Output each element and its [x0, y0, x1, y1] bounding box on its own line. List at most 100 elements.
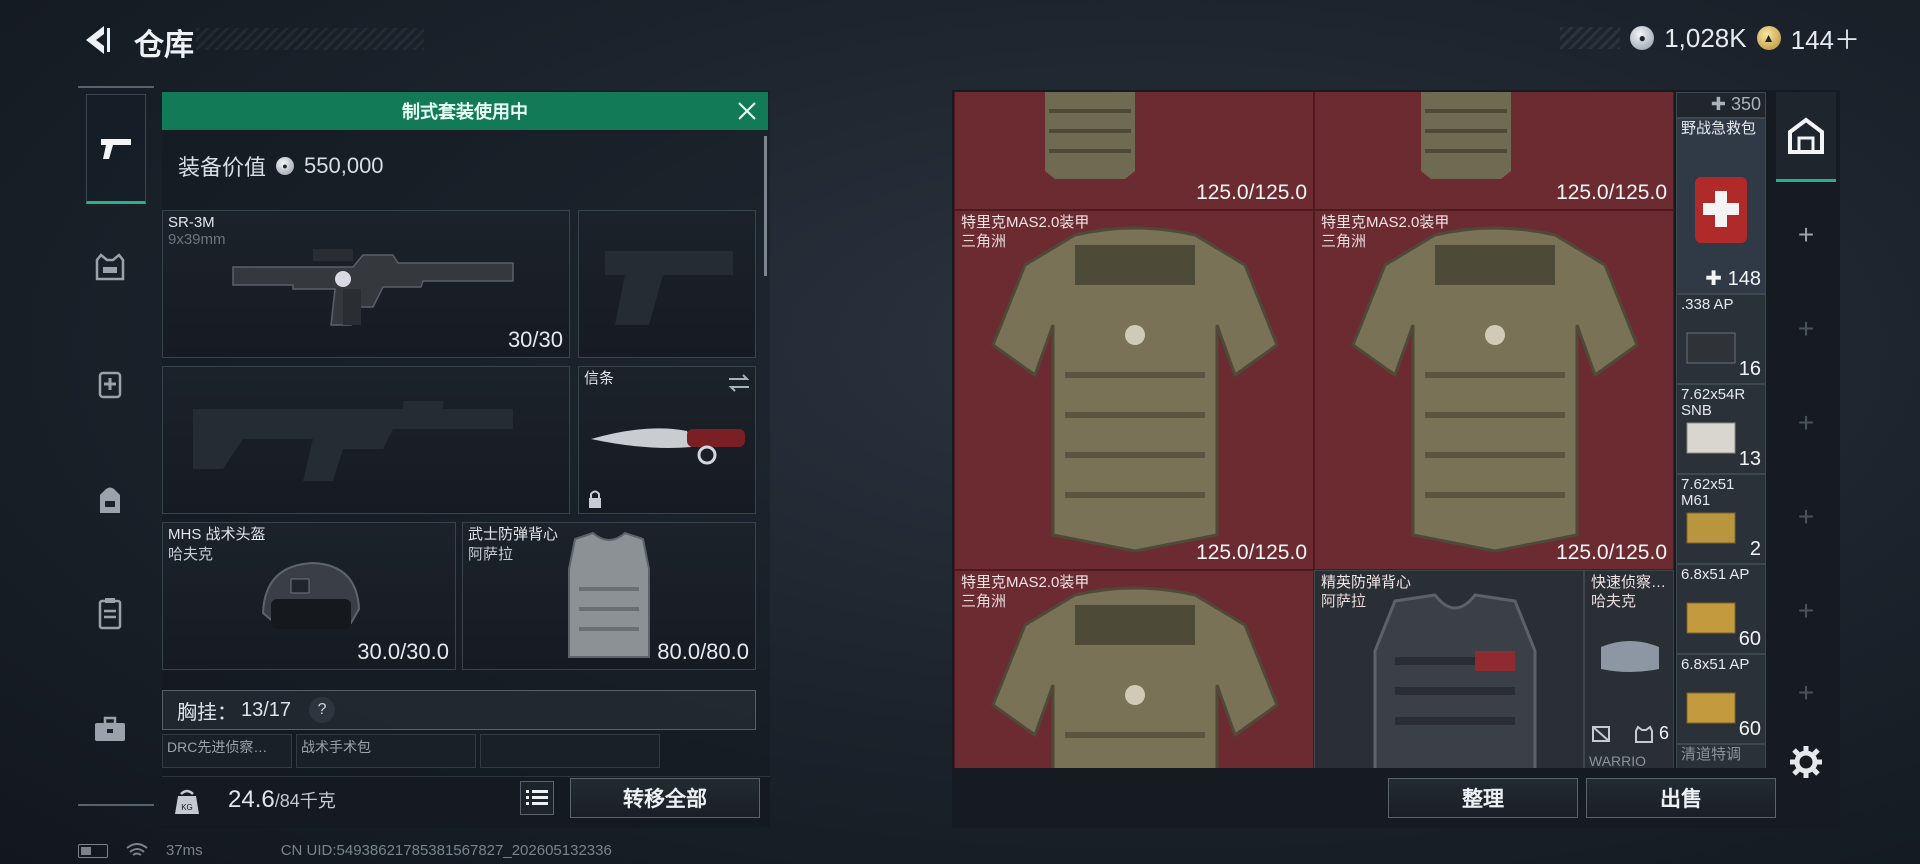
weight-max: /84千克 [274, 791, 336, 811]
ammo-box-icon [1686, 332, 1736, 364]
gear-icon [1790, 746, 1822, 778]
user-id: CN UID:5493862178538156782​7_20260513233… [280, 842, 612, 859]
toolbox-icon [95, 716, 125, 741]
durability: 125.0/125.0 [1196, 181, 1307, 204]
item-count: 60 [1738, 718, 1761, 740]
storage-item[interactable]: 125.0/125.0 [954, 92, 1314, 210]
add-storage-tab[interactable]: + [1776, 648, 1836, 738]
transfer-all-button[interactable]: 转移全部 [570, 778, 760, 818]
durability: 125.0/125.0 [1556, 181, 1667, 204]
secondary-weapon-slot[interactable] [162, 366, 570, 514]
durability: 125.0/125.0 [1196, 541, 1307, 564]
close-icon [738, 102, 756, 120]
storage-item[interactable]: .338 AP 16 [1676, 294, 1766, 384]
bag-icon [1601, 641, 1659, 672]
list-item[interactable]: DRC先进侦察… [162, 734, 292, 768]
first-aid-kit-icon [1695, 177, 1747, 243]
add-storage-tab[interactable]: + [1776, 472, 1836, 562]
vest-icon [95, 253, 125, 281]
add-storage-tab[interactable]: + [1776, 378, 1836, 468]
scrollbar[interactable] [764, 136, 767, 276]
back-arrow-icon [86, 26, 110, 54]
item-name: 7.62x54R SNB [1681, 386, 1746, 419]
storage-item[interactable]: 6.8x51 AP 60 [1676, 564, 1766, 654]
storage-item[interactable]: ✚ 350 [1676, 92, 1766, 118]
category-container[interactable] [78, 558, 142, 668]
help-icon[interactable]: ? [309, 697, 336, 723]
storage-item[interactable]: 特里克MAS2.0装甲 三角洲 [954, 570, 1314, 768]
helmet-slot[interactable]: MHS 战术头盔 哈夫克 30.0/30.0 [162, 522, 456, 670]
slot-count: 6 [1658, 723, 1669, 743]
chest-rig-label: 胸挂： [177, 701, 237, 724]
melee-slot[interactable]: 信条 [578, 366, 756, 514]
list-icon [526, 790, 548, 805]
storage-item[interactable]: 快速侦察… 哈夫克 6 WARRIO [1584, 570, 1674, 768]
sell-button[interactable]: 出售 [1586, 778, 1776, 818]
swap-icon[interactable] [727, 373, 751, 393]
tab-main-storage[interactable] [1776, 92, 1836, 182]
back-button[interactable] [78, 22, 114, 58]
equipment-value-amount: 550,000 [304, 153, 384, 178]
weight-current: 24.6 [228, 786, 275, 813]
item-name: 6.8x51 AP [1681, 656, 1750, 673]
page-title: 仓库 [134, 29, 194, 62]
item-name: SR-3M [168, 214, 215, 231]
category-armor[interactable] [78, 212, 142, 322]
weight-readout: 24.6/84千克 [228, 786, 336, 814]
item-count: 2 [1749, 538, 1761, 560]
storage-item[interactable]: 特里克MAS2.0装甲 三角洲 125.0/125.0 [954, 210, 1314, 570]
primary-weapon-slot[interactable]: SR-3M 9x39mm 30/30 [162, 210, 570, 358]
storage-item[interactable]: 125.0/125.0 [1314, 92, 1674, 210]
storage-item[interactable]: 特里克MAS2.0装甲 三角洲 125.0/125.0 [1314, 210, 1674, 570]
warehouse-icon [1788, 117, 1824, 154]
item-name: 清道特调 [1681, 746, 1742, 763]
currency-secondary[interactable]: 144＋ [1791, 20, 1860, 57]
category-toolbox[interactable] [78, 674, 142, 784]
rifle-icon [232, 249, 514, 326]
close-button[interactable] [736, 100, 758, 122]
storage-item[interactable]: 清道特调 [1676, 744, 1766, 768]
item-count: 13 [1738, 448, 1761, 470]
storage-item[interactable]: 7.62x51 M61 2 [1676, 474, 1766, 564]
add-storage-tab[interactable]: + [1776, 566, 1836, 656]
item-faction: 哈夫克 [168, 546, 214, 563]
add-storage-tab[interactable]: + [1776, 284, 1836, 374]
armor-plate-icon [1045, 92, 1135, 179]
storage-item[interactable]: 7.62x54R SNB 13 [1676, 384, 1766, 474]
svg-text:KG: KG [181, 803, 193, 812]
durability: 125.0/125.0 [1556, 541, 1667, 564]
armor-slot[interactable]: 武士防弹背心 阿萨拉 80.0/80.0 [462, 522, 756, 670]
list-view-button[interactable] [520, 781, 554, 815]
sort-button[interactable]: 整理 [1388, 778, 1578, 818]
sidearm-slot[interactable] [578, 210, 756, 358]
item-name: 精英防弹背心 [1321, 574, 1412, 591]
category-weapons[interactable] [86, 94, 146, 204]
category-medical[interactable] [78, 328, 142, 438]
currency-decoration [1560, 27, 1621, 49]
storage-item[interactable]: 精英防弹背心 阿萨拉 [1314, 570, 1584, 768]
list-item[interactable] [480, 734, 660, 768]
category-backpack[interactable] [78, 444, 142, 554]
coin-icon: ● [276, 157, 295, 175]
item-count: 16 [1738, 358, 1761, 380]
coin-icon: ● [1630, 26, 1655, 50]
no-access-icon [1592, 726, 1610, 742]
currency-primary: 1,028K [1664, 22, 1747, 53]
list-item[interactable]: 战术手术包 [296, 734, 476, 768]
add-storage-tab[interactable]: + [1776, 190, 1836, 280]
chest-rig-bar[interactable]: 胸挂： 13/17 ? [162, 690, 756, 730]
item-count: ✚ 148 [1705, 268, 1761, 290]
case-icon [98, 598, 122, 630]
ammo-type: 9x39mm [168, 231, 226, 248]
wifi-icon [126, 842, 148, 856]
item-name: 武士防弹背心 [468, 526, 559, 543]
durability: 80.0/80.0 [657, 639, 749, 664]
storage-item[interactable]: 野战急救包 ✚ 148 [1676, 118, 1766, 294]
chest-rig-items: DRC先进侦察… 战术手术包 [162, 734, 756, 768]
item-count: 60 [1738, 628, 1761, 650]
armor-plate-icon [1421, 92, 1511, 179]
preset-banner-text: 制式套装使用中 [402, 102, 528, 122]
storage-item[interactable]: 6.8x51 AP 60 [1676, 654, 1766, 744]
settings-button[interactable] [1776, 732, 1836, 792]
equipment-value-label: 装备价值 [178, 155, 267, 180]
